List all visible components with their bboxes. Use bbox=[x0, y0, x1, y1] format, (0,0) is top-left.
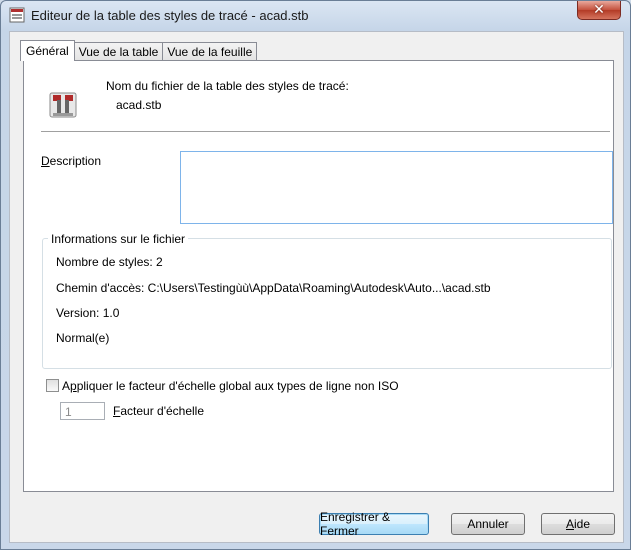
styles-count: Nombre de styles: 2 bbox=[56, 255, 163, 269]
scale-factor-input[interactable]: 1 bbox=[60, 402, 105, 420]
dialog-window: Editeur de la table des styles de tracé … bbox=[0, 0, 631, 550]
description-textarea[interactable] bbox=[180, 151, 613, 224]
file-name-value: acad.stb bbox=[116, 98, 162, 112]
cancel-button[interactable]: Annuler bbox=[451, 513, 525, 535]
separator bbox=[41, 131, 610, 132]
tab-sheet-view[interactable]: Vue de la feuille bbox=[163, 42, 258, 61]
save-close-button[interactable]: Enregistrer & Fermer bbox=[319, 510, 429, 538]
file-mode: Normal(e) bbox=[56, 331, 110, 345]
file-path: Chemin d'accès: C:\Users\Testingùù\AppDa… bbox=[56, 281, 491, 295]
close-button[interactable]: ✕ bbox=[577, 1, 621, 20]
title-bar[interactable]: Editeur de la table des styles de tracé … bbox=[1, 1, 630, 29]
apply-scale-label[interactable]: Appliquer le facteur d'échelle global au… bbox=[62, 379, 399, 393]
description-label: Description bbox=[41, 154, 102, 168]
file-name-label: Nom du fichier de la table des styles de… bbox=[106, 79, 349, 93]
close-icon: ✕ bbox=[593, 2, 605, 18]
plot-style-table-icon bbox=[49, 92, 77, 118]
scale-factor-label: Facteur d'échelle bbox=[113, 404, 205, 418]
help-button[interactable]: Aide bbox=[541, 513, 615, 535]
window-title: Editeur de la table des styles de tracé … bbox=[31, 8, 309, 23]
apply-scale-checkbox[interactable] bbox=[46, 379, 59, 392]
file-version: Version: 1.0 bbox=[56, 306, 120, 320]
file-info-title: Informations sur le fichier bbox=[48, 232, 189, 246]
app-icon bbox=[9, 7, 25, 23]
general-tab-panel: Nom du fichier de la table des styles de… bbox=[23, 60, 614, 492]
dialog-client-area: Général Vue de la table Vue de la feuill… bbox=[9, 31, 624, 543]
tab-table-view[interactable]: Vue de la table bbox=[74, 42, 164, 61]
tab-strip: Général Vue de la table Vue de la feuill… bbox=[20, 40, 258, 61]
tab-general[interactable]: Général bbox=[20, 40, 75, 61]
